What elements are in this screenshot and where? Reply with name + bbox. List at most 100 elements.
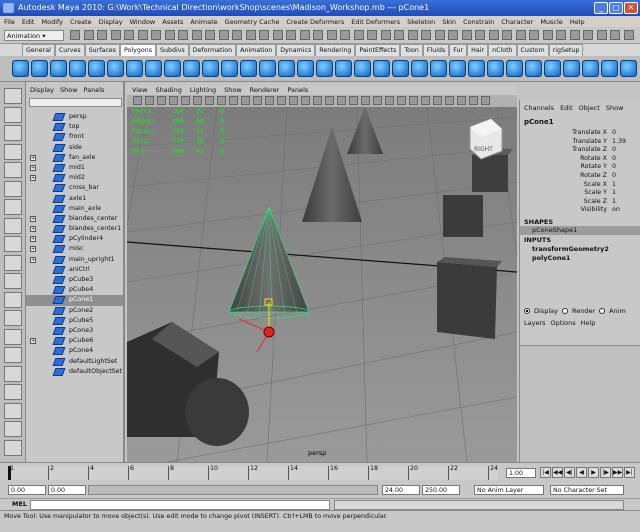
character-set-selector[interactable]: No Character Set [550,485,624,495]
input-node-polycone1[interactable]: polyCone1 [532,254,570,262]
outliner-item-side[interactable]: side [26,143,123,153]
shelf-tool-icon[interactable] [69,60,86,77]
outliner-item-pcube5[interactable]: pCube5 [26,316,123,326]
status-line-tool-icon[interactable] [367,30,377,40]
attribute-value[interactable]: 1 [612,198,616,205]
toolbox-tool-icon[interactable] [4,328,22,345]
outliner-item-pcylinder4[interactable]: + pCylinder4 [26,234,123,244]
toolbox-tool-icon[interactable] [4,347,22,363]
status-line-tool-icon[interactable] [569,30,580,40]
status-line-tool-icon[interactable] [70,30,80,40]
viewport-tool-icon[interactable] [457,96,466,105]
shelf-tool-icon[interactable] [411,60,428,77]
shelf-tool-icon[interactable] [107,60,124,77]
shelf-tool-icon[interactable] [563,60,580,77]
shelf-tool-icon[interactable] [50,60,67,77]
shelf-tab-fur[interactable]: Fur [449,44,468,56]
status-line-tool-icon[interactable] [515,30,526,40]
channel-menu-edit[interactable]: Edit [560,104,573,112]
toolbox-tool-icon[interactable] [4,125,22,141]
playback-start-field[interactable]: 0.00 [48,485,86,495]
menu-help[interactable]: Help [570,18,585,26]
anim-layer-selector[interactable]: No Anim Layer [474,485,544,495]
shelf-tool-icon[interactable] [544,60,561,77]
status-line-tool-icon[interactable] [272,30,283,40]
outliner-item-top[interactable]: top [26,122,123,132]
viewport-menu-lighting[interactable]: Lighting [190,85,216,95]
shelf-tool-icon[interactable] [468,60,485,77]
playback-end-field[interactable]: 24.00 [382,485,420,495]
viewport-tool-icon[interactable] [421,96,430,105]
shelf-tab-surfaces[interactable]: Surfaces [84,44,120,56]
shelf-tool-icon[interactable] [183,60,200,77]
attribute-value[interactable]: on [612,206,620,213]
shelf-tab-hair[interactable]: Hair [467,44,489,56]
menu-geometry-cache[interactable]: Geometry Cache [225,18,280,26]
outliner-item-defaultlightset[interactable]: defaultLightSet [26,357,123,367]
menu-modify[interactable]: Modify [41,18,63,26]
outliner-item-pcone1[interactable]: pCone1 [26,295,123,306]
attribute-value[interactable]: 0 [612,155,616,162]
playback-button[interactable]: ◀ [576,467,587,478]
viewport-tool-icon[interactable] [445,96,454,105]
viewport-tool-icon[interactable] [145,96,154,105]
status-line-tool-icon[interactable] [124,30,134,40]
outliner-item-main_axle[interactable]: main_axle [26,204,123,214]
shelf-tab-fluids[interactable]: Fluids [422,44,450,56]
viewport-tool-icon[interactable] [181,96,190,105]
viewport-tool-icon[interactable] [169,96,178,105]
shelf-tab-ncloth[interactable]: nCloth [488,44,517,56]
layer-menu-layers[interactable]: Layers [524,319,546,327]
playback-button[interactable]: |▶ [600,467,611,478]
viewport-scene[interactable]: RIGHT [127,107,517,462]
outliner-item-blandes_center[interactable]: + blandes_center [26,214,123,224]
shelf-tab-animation[interactable]: Animation [236,44,277,56]
maximize-button[interactable]: □ [609,2,623,14]
shelf-tool-icon[interactable] [31,60,48,77]
status-line-tool-icon[interactable] [83,30,94,40]
status-line-tool-icon[interactable] [259,30,269,40]
shelf-tool-icon[interactable] [487,60,504,77]
layer-menu-help[interactable]: Help [581,319,596,327]
attribute-value[interactable]: 1.39 [612,138,626,145]
status-line-tool-icon[interactable] [218,30,229,40]
expand-toggle-icon[interactable]: + [30,164,36,171]
expand-toggle-icon[interactable]: + [30,215,36,222]
shelf-tool-icon[interactable] [335,60,352,77]
attribute-value[interactable]: 1 [612,181,616,188]
toolbox-tool-icon[interactable] [4,236,22,252]
shelf-tab-rendering[interactable]: Rendering [315,44,356,56]
outliner-item-defaultobjectset[interactable]: defaultObjectSet [26,367,123,377]
toolbox-tool-icon[interactable] [4,106,22,123]
outliner-item-anictrl[interactable]: aniCtrl [26,265,123,275]
menu-edit[interactable]: Edit [22,18,35,26]
minimize-button[interactable]: _ [594,2,608,14]
expand-toggle-icon[interactable]: + [30,246,36,253]
shelf-tool-icon[interactable] [316,60,333,77]
shelf-tool-icon[interactable] [449,60,466,77]
time-slider-track[interactable]: 1 2 4 6 8 10 12 14 16 18 20 22 24 [8,465,498,480]
status-line-tool-icon[interactable] [394,30,404,40]
attribute-value[interactable]: 0 [612,146,616,153]
toolbox-tool-icon[interactable] [4,402,22,419]
shelf-tool-icon[interactable] [240,60,257,77]
attribute-value[interactable]: 1 [612,189,616,196]
viewport-tool-icon[interactable] [349,96,358,105]
attribute-value[interactable]: 0 [612,172,616,179]
current-time-indicator[interactable] [8,466,11,480]
menu-constrain[interactable]: Constrain [463,18,494,26]
status-line-tool-icon[interactable] [407,30,418,40]
status-line-tool-icon[interactable] [461,30,472,40]
outliner-item-pcube3[interactable]: pCube3 [26,275,123,285]
layer-mode-radio-anim[interactable] [599,308,606,314]
status-line-tool-icon[interactable] [164,30,175,40]
shelf-tab-polygons[interactable]: Polygons [119,44,156,56]
shelf-tool-icon[interactable] [202,60,219,77]
status-line-tool-icon[interactable] [313,30,323,40]
shelf-tool-icon[interactable] [354,60,371,77]
channel-menu-channels[interactable]: Channels [524,104,554,112]
viewport-tool-icon[interactable] [253,96,262,105]
toolbox-tool-icon[interactable] [4,254,22,271]
status-line-tool-icon[interactable] [556,30,566,40]
close-button[interactable]: ✕ [624,2,638,14]
